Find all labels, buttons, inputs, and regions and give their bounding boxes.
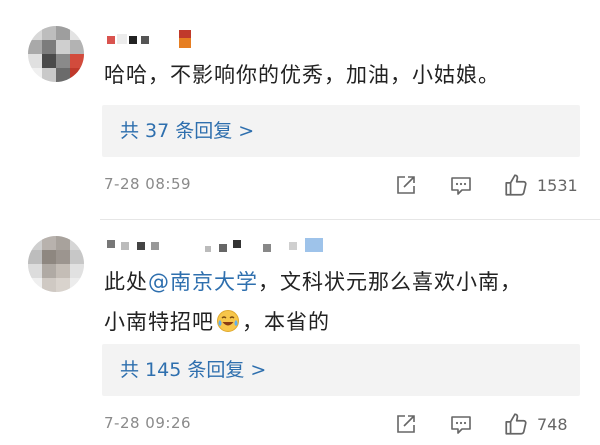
replies-box[interactable]: 共 145 条回复 >	[102, 344, 580, 396]
timestamp: 7-28 09:26	[104, 414, 192, 432]
share-button[interactable]	[394, 172, 418, 198]
like-button[interactable]: 1531	[503, 172, 578, 198]
share-button[interactable]	[394, 411, 418, 437]
thumbs-up-icon	[505, 174, 527, 196]
avatar[interactable]	[28, 236, 84, 292]
laughing-crying-emoji	[217, 310, 239, 332]
comment-button[interactable]	[449, 172, 473, 198]
like-button[interactable]: 748	[503, 411, 568, 437]
comment-icon	[451, 177, 471, 195]
comment-divider	[100, 219, 600, 220]
username[interactable]	[107, 236, 337, 256]
text-segment: ，文科状元那么喜欢小南，	[258, 270, 522, 294]
comment-button[interactable]	[449, 411, 473, 437]
text-segment: ，本省的	[242, 310, 330, 334]
text-segment: 此处	[104, 270, 148, 294]
view-replies-link[interactable]: 共 37 条回复 >	[120, 117, 254, 145]
comment-text: 哈哈，不影响你的优秀，加油，小姑娘。	[104, 63, 500, 87]
comment-line: 此处@南京大学，文科状元那么喜欢小南，	[104, 262, 522, 302]
comment-footer: 7-28 08:59 1531	[0, 171, 600, 201]
avatar[interactable]	[28, 26, 84, 82]
obscured-username	[107, 30, 191, 48]
view-replies-link[interactable]: 共 145 条回复 >	[120, 356, 266, 384]
comment-item: 此处@南京大学，文科状元那么喜欢小南， 小南特招吧 ，本省的 共 145 条回复…	[0, 222, 600, 445]
comment-item: 哈哈，不影响你的优秀，加油，小姑娘。 共 37 条回复 > 7-28 08:59	[0, 0, 600, 218]
comment-footer: 7-28 09:26 748	[0, 410, 600, 440]
timestamp: 7-28 08:59	[104, 175, 192, 193]
comment-icon	[451, 416, 471, 434]
replies-box[interactable]: 共 37 条回复 >	[102, 105, 580, 157]
comment-text: 此处@南京大学，文科状元那么喜欢小南， 小南特招吧 ，本省的	[104, 262, 522, 342]
text-segment: 小南特招吧	[104, 310, 214, 334]
pixelated-avatar-image	[28, 26, 84, 82]
obscured-username	[107, 238, 323, 252]
thumbs-up-icon	[505, 413, 527, 435]
share-icon	[397, 415, 415, 433]
username[interactable]	[107, 30, 207, 50]
share-icon	[397, 176, 415, 194]
like-count: 748	[537, 414, 568, 434]
mention-link[interactable]: @南京大学	[148, 270, 258, 294]
pixelated-avatar-image	[28, 236, 84, 292]
like-count: 1531	[537, 175, 578, 195]
comment-line: 小南特招吧 ，本省的	[104, 302, 522, 342]
